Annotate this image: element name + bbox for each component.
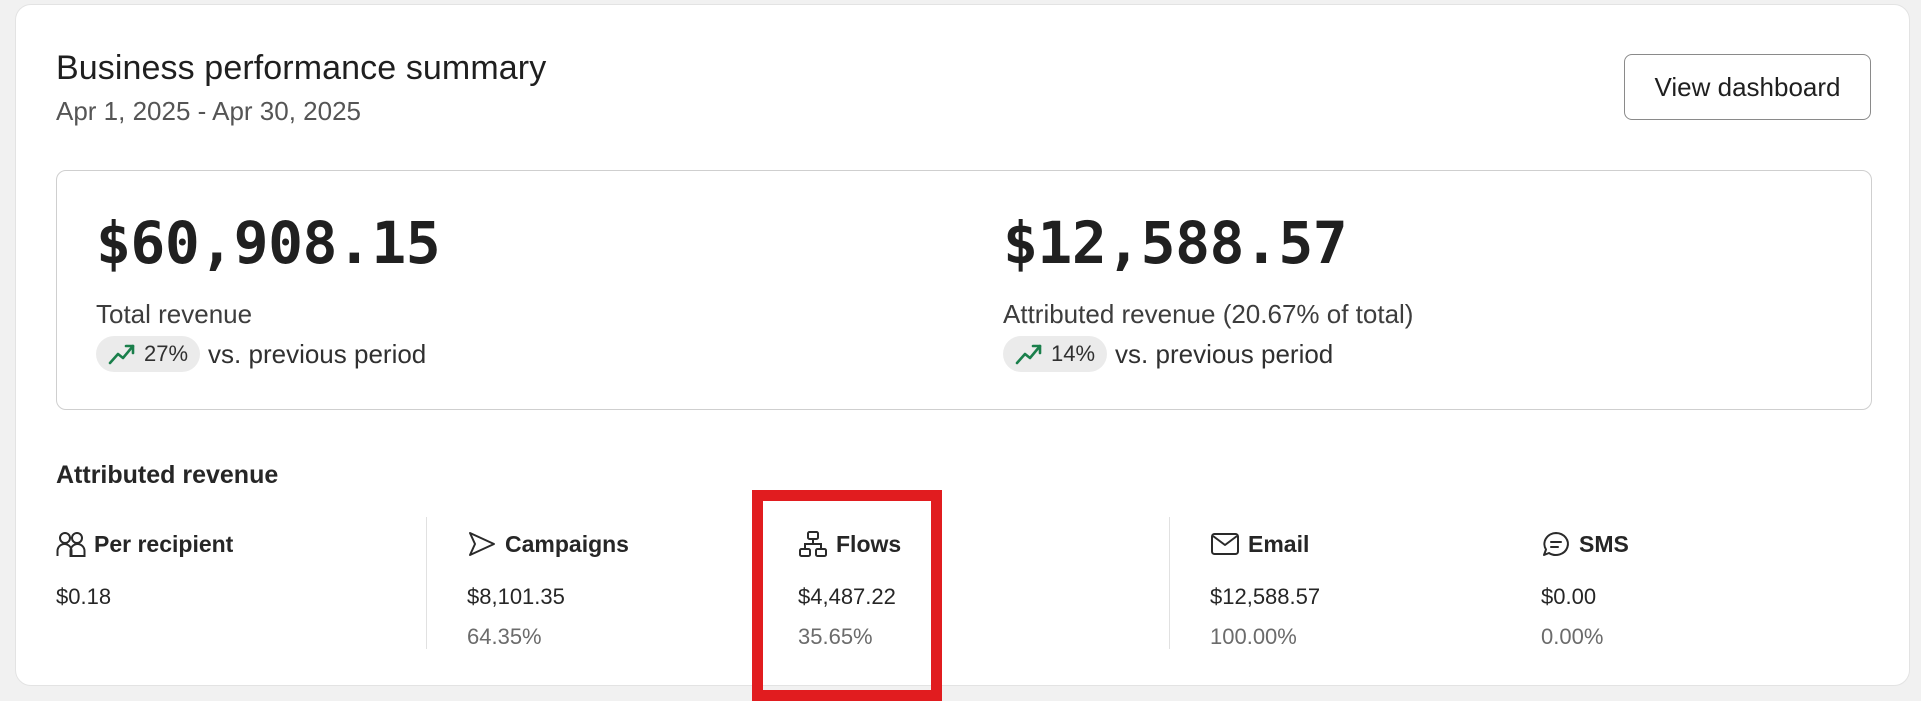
total-revenue-trend: 27% vs. previous period [96, 336, 426, 372]
column-divider [426, 517, 427, 649]
campaigns-header: Campaigns [467, 530, 629, 558]
flows-header: Flows [798, 530, 901, 558]
sms-value: $0.00 [1541, 584, 1597, 609]
trend-badge: 27% [96, 336, 201, 372]
trend-badge: 14% [1003, 336, 1108, 372]
attributed-revenue-value: $12,588.57 [1003, 209, 1348, 277]
attributed-revenue-trend: 14% vs. previous period [1003, 336, 1333, 372]
view-dashboard-button[interactable]: View dashboard [1624, 54, 1871, 120]
sms-header: SMS [1541, 530, 1629, 558]
mail-icon [1211, 533, 1239, 555]
trend-up-icon [108, 344, 135, 365]
page-title: Business performance summary [56, 49, 547, 87]
send-icon [469, 532, 495, 556]
trend-percent: 27% [144, 341, 189, 366]
trend-caption: vs. previous period [1115, 338, 1334, 369]
flows-icon [799, 531, 827, 557]
chat-icon [1543, 532, 1569, 556]
trend-percent: 14% [1051, 341, 1096, 366]
total-revenue-label: Total revenue [96, 299, 253, 329]
email-percent: 100.00% [1210, 624, 1297, 649]
email-label: Email [1248, 530, 1310, 557]
revenue-summary-box: $60,908.15 Total revenue 27% vs. previou… [56, 170, 1872, 410]
total-revenue-value: $60,908.15 [96, 209, 441, 277]
users-icon [56, 532, 86, 557]
attributed-revenue-label: Attributed revenue (20.67% of total) [1003, 299, 1414, 329]
date-range: Apr 1, 2025 - Apr 30, 2025 [56, 96, 361, 126]
flows-value: $4,487.22 [798, 584, 896, 609]
per-recipient-value: $0.18 [56, 584, 112, 609]
column-divider [1169, 517, 1170, 649]
attributed-revenue-heading: Attributed revenue [56, 461, 279, 489]
flows-percent: 35.65% [798, 624, 873, 649]
trend-caption: vs. previous period [208, 338, 427, 369]
email-value: $12,588.57 [1210, 584, 1321, 609]
campaigns-percent: 64.35% [467, 624, 542, 649]
per-recipient-label: Per recipient [94, 530, 234, 557]
flows-label: Flows [836, 530, 902, 557]
performance-summary-card: Business performance summary Apr 1, 2025… [15, 4, 1910, 686]
email-header: Email [1210, 530, 1309, 558]
campaigns-label: Campaigns [505, 530, 629, 557]
per-recipient-header: Per recipient [56, 530, 233, 558]
sms-percent: 0.00% [1541, 624, 1604, 649]
sms-label: SMS [1579, 530, 1629, 557]
trend-up-icon [1015, 344, 1042, 365]
campaigns-value: $8,101.35 [467, 584, 565, 609]
